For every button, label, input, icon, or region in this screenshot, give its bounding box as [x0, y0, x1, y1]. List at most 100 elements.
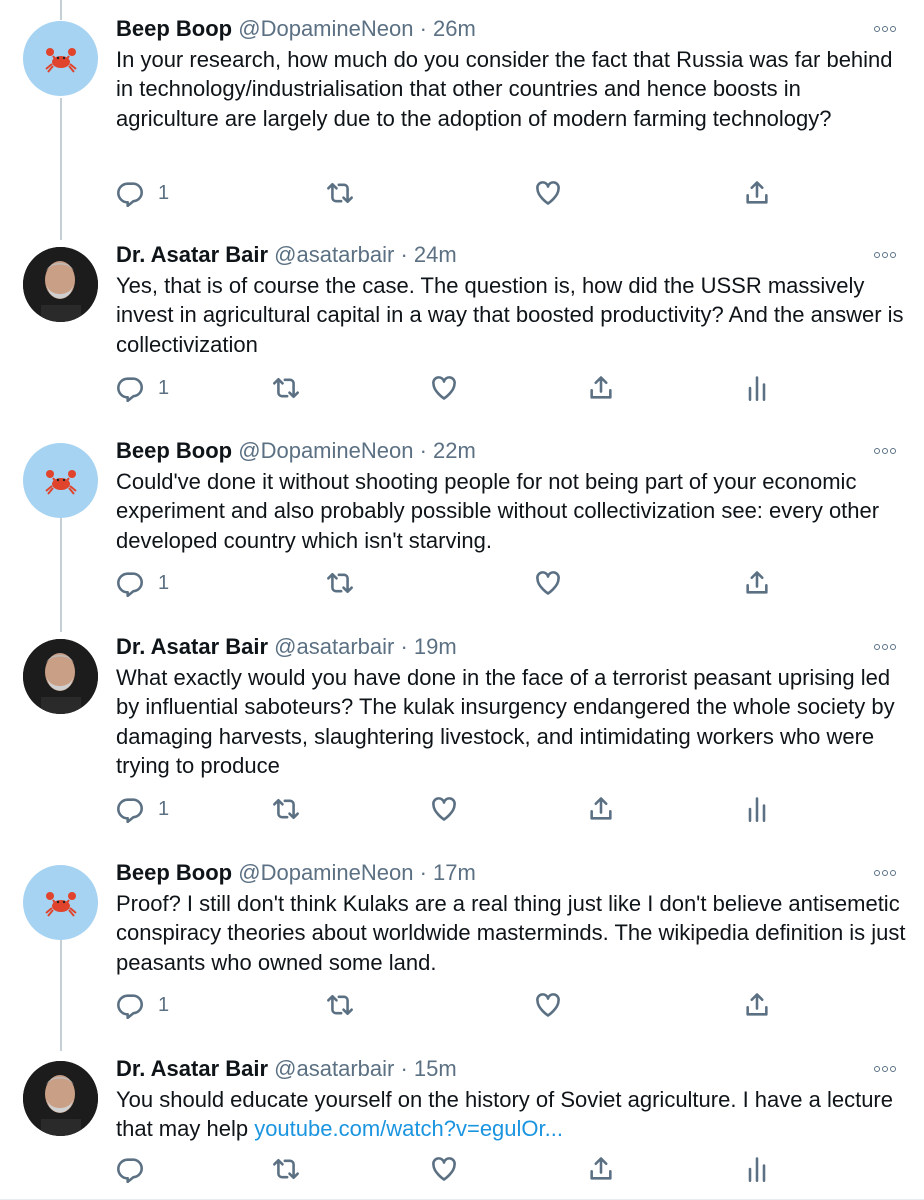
- like-button[interactable]: [534, 566, 562, 600]
- retweet-button[interactable]: [326, 566, 354, 600]
- analytics-button[interactable]: [743, 1152, 771, 1186]
- avatar[interactable]: [23, 865, 98, 940]
- more-icon[interactable]: [874, 22, 900, 36]
- share-icon: [746, 571, 768, 594]
- tweet-header: Dr. Asatar Bair @asatarbair · 24m: [116, 240, 457, 270]
- avatar[interactable]: [23, 639, 98, 714]
- tweet[interactable]: Dr. Asatar Bair @asatarbair · 19m What e…: [0, 618, 924, 844]
- separator-dot: ·: [400, 1056, 408, 1081]
- like-icon: [536, 181, 560, 205]
- more-icon[interactable]: [874, 1062, 900, 1076]
- retweet-button[interactable]: [272, 792, 300, 826]
- share-button[interactable]: [587, 1152, 615, 1186]
- tweet-header: Beep Boop @DopamineNeon · 22m: [116, 436, 476, 466]
- like-button[interactable]: [430, 1152, 458, 1186]
- share-button[interactable]: [743, 176, 771, 210]
- user-handle[interactable]: @asatarbair: [274, 1056, 394, 1081]
- tweet-actions: 1: [0, 371, 924, 405]
- user-handle[interactable]: @asatarbair: [274, 242, 394, 267]
- like-button[interactable]: [534, 988, 562, 1022]
- user-handle[interactable]: @DopamineNeon: [238, 16, 413, 41]
- tweet-text: Proof? I still don't think Kulaks are a …: [116, 891, 906, 975]
- display-name[interactable]: Dr. Asatar Bair: [116, 242, 268, 267]
- tweet[interactable]: Dr. Asatar Bair @asatarbair · 24m Yes, t…: [0, 226, 924, 422]
- display-name[interactable]: Beep Boop: [116, 438, 232, 463]
- like-button[interactable]: [534, 176, 562, 210]
- separator-dot: ·: [419, 438, 427, 463]
- tweet-text: You should educate yourself on the histo…: [116, 1085, 906, 1144]
- crab-icon: [44, 469, 77, 495]
- avatar[interactable]: [23, 1061, 98, 1136]
- tweet-text: In your research, how much do you consid…: [116, 47, 893, 131]
- retweet-button[interactable]: [272, 1152, 300, 1186]
- more-icon[interactable]: [874, 866, 900, 880]
- reply-icon: [117, 572, 143, 597]
- reply-button[interactable]: 1: [116, 566, 169, 600]
- tweet[interactable]: Beep Boop @DopamineNeon · 17m Proof? I s…: [0, 844, 924, 1040]
- more-icon[interactable]: [874, 444, 900, 458]
- display-name[interactable]: Beep Boop: [116, 16, 232, 41]
- reply-button[interactable]: 1: [116, 176, 169, 210]
- retweet-button[interactable]: [326, 176, 354, 210]
- analytics-button[interactable]: [743, 792, 771, 826]
- user-handle[interactable]: @asatarbair: [274, 634, 394, 659]
- crab-icon: [44, 47, 77, 73]
- timestamp[interactable]: 22m: [433, 438, 476, 463]
- retweet-icon: [327, 182, 353, 204]
- share-icon: [590, 1157, 612, 1180]
- tweet-text: Yes, that is of course the case. The que…: [116, 273, 904, 357]
- reply-button[interactable]: 1: [116, 792, 169, 826]
- like-icon: [432, 376, 456, 400]
- reply-button[interactable]: 1: [116, 371, 169, 405]
- tweet-actions: 1: [0, 176, 924, 210]
- reply-button[interactable]: 1: [116, 988, 169, 1022]
- timestamp[interactable]: 17m: [433, 860, 476, 885]
- share-button[interactable]: [587, 792, 615, 826]
- separator-dot: ·: [400, 242, 408, 267]
- like-button[interactable]: [430, 371, 458, 405]
- person-photo: [23, 639, 98, 714]
- timestamp[interactable]: 15m: [414, 1056, 457, 1081]
- share-button[interactable]: [743, 988, 771, 1022]
- user-handle[interactable]: @DopamineNeon: [238, 860, 413, 885]
- reply-icon: [117, 377, 143, 402]
- reply-button[interactable]: [116, 1152, 158, 1186]
- tweet-text: What exactly would you have done in the …: [116, 665, 895, 779]
- tweet-actions: 1: [0, 988, 924, 1022]
- display-name[interactable]: Beep Boop: [116, 860, 232, 885]
- display-name[interactable]: Dr. Asatar Bair: [116, 634, 268, 659]
- timestamp[interactable]: 24m: [414, 242, 457, 267]
- more-icon[interactable]: [874, 640, 900, 654]
- analytics-button[interactable]: [743, 371, 771, 405]
- tweet-actions: [0, 1152, 924, 1186]
- tweet[interactable]: Beep Boop @DopamineNeon · 22m Could've d…: [0, 422, 924, 618]
- tweet[interactable]: Beep Boop @DopamineNeon · 26m In your re…: [0, 0, 924, 226]
- reply-count: 1: [158, 797, 170, 820]
- avatar[interactable]: [23, 21, 98, 96]
- reply-icon: [117, 1158, 143, 1183]
- reply-count: 1: [158, 181, 170, 204]
- tweet[interactable]: Dr. Asatar Bair @asatarbair · 15m You sh…: [0, 1040, 924, 1200]
- user-handle[interactable]: @DopamineNeon: [238, 438, 413, 463]
- timestamp[interactable]: 19m: [414, 634, 457, 659]
- avatar[interactable]: [23, 247, 98, 322]
- display-name[interactable]: Dr. Asatar Bair: [116, 1056, 268, 1081]
- tweet-text: Could've done it without shooting people…: [116, 469, 880, 553]
- like-button[interactable]: [430, 792, 458, 826]
- retweet-icon: [327, 994, 353, 1016]
- share-button[interactable]: [587, 371, 615, 405]
- share-icon: [746, 181, 768, 204]
- retweet-button[interactable]: [272, 371, 300, 405]
- share-icon: [590, 376, 612, 399]
- avatar[interactable]: [23, 443, 98, 518]
- more-icon[interactable]: [874, 248, 900, 262]
- retweet-icon: [327, 572, 353, 594]
- timestamp[interactable]: 26m: [433, 16, 476, 41]
- reply-icon: [117, 798, 143, 823]
- reply-count: 1: [158, 571, 170, 594]
- retweet-button[interactable]: [326, 988, 354, 1022]
- tweet-link[interactable]: youtube.com/watch?v=egulOr...: [254, 1116, 563, 1141]
- share-button[interactable]: [743, 566, 771, 600]
- person-photo: [23, 247, 98, 322]
- separator-dot: ·: [400, 634, 408, 659]
